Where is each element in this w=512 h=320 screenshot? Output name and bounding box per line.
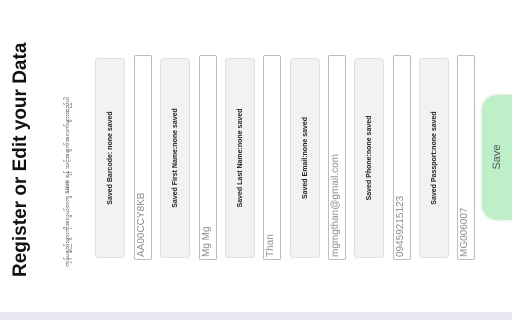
last-name-value: Than (265, 234, 276, 257)
page-subtitle: ကုန်ပစ္စည်းများကိုအလွယ်တကူ save ရန် သင့်… (64, 97, 71, 267)
save-button[interactable]: Save (482, 95, 512, 220)
phone-input[interactable]: 09459215123 (393, 55, 411, 260)
saved-first-name-label: Saved First Name:none saved (160, 58, 190, 258)
saved-phone-text: Saved Phone:none saved (366, 115, 373, 201)
saved-first-name-text: Saved First Name:none saved (172, 108, 179, 208)
email-value: mgmgthan@gmail.com (330, 154, 341, 257)
saved-phone-label: Saved Phone:none saved (354, 58, 384, 258)
first-name-input[interactable]: Mg Mg (199, 55, 217, 260)
saved-passport-text: Saved Passport:none saved (431, 111, 438, 205)
email-input[interactable]: mgmgthan@gmail.com (328, 55, 346, 260)
phone-value: 09459215123 (395, 195, 406, 257)
saved-last-name-label: Saved Last Name:none saved (225, 58, 255, 258)
last-name-input[interactable]: Than (263, 55, 281, 260)
save-button-label: Save (491, 144, 503, 170)
saved-email-label: Saved Email:none saved (290, 58, 320, 258)
saved-last-name-text: Saved Last Name:none saved (237, 108, 244, 208)
barcode-value: AA00CCY8KB (136, 192, 147, 257)
page-title: Register or Edit your Data (10, 42, 31, 277)
bottom-bar (0, 312, 512, 320)
passport-value: MG006007 (459, 207, 470, 257)
saved-barcode-label: Saved Barcode: none saved (95, 58, 125, 258)
first-name-value: Mg Mg (201, 226, 212, 257)
passport-input[interactable]: MG006007 (457, 55, 475, 260)
saved-passport-label: Saved Passport:none saved (419, 58, 449, 258)
saved-barcode-text: Saved Barcode: none saved (107, 111, 114, 205)
barcode-input[interactable]: AA00CCY8KB (134, 55, 152, 260)
saved-email-text: Saved Email:none saved (302, 116, 309, 200)
